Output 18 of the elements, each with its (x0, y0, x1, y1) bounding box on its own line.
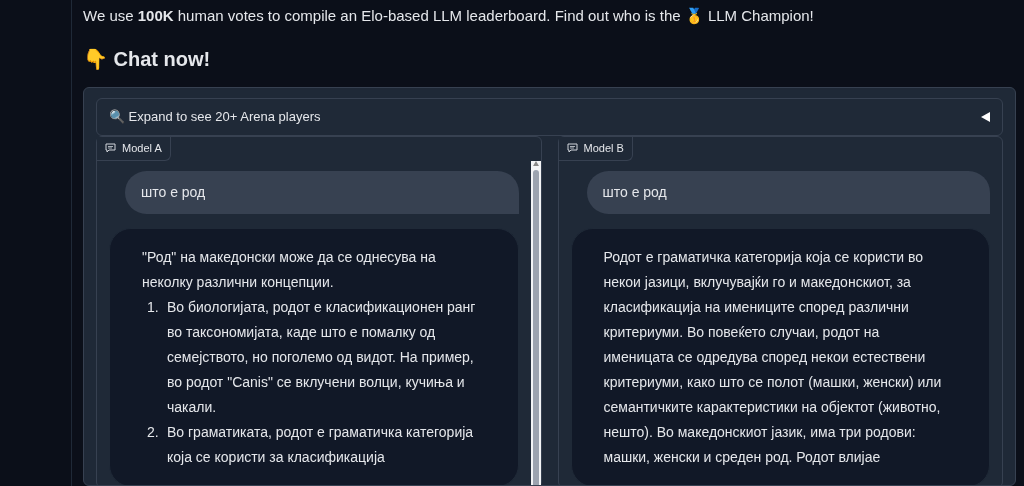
list-item-text: Во граматиката, родот е граматичка категорија која се користи за класификација (167, 422, 475, 467)
section-heading: 👇 Chat now! (83, 46, 212, 72)
model-label: Model A (97, 136, 171, 161)
caret-icon (980, 111, 990, 122)
model-label: Model B (558, 136, 633, 161)
list-number: 1. (147, 297, 160, 317)
user-message: што е род (125, 170, 519, 214)
chat-bubble-icon (566, 143, 578, 153)
user-message: што е род (586, 170, 990, 214)
scroll-up-arrow-icon[interactable] (532, 160, 539, 166)
reply-paragraph: "Род" на македонски може да се однесува на неколку различни концепции. (142, 247, 437, 292)
list-item-text: Во биологијата, родот е класификационен ранг во таксономијата, каде што е помалку од семејството, но поголемо од видот. На пример, во родот "Canis" се вклучени волци, кучиња и чакали. (167, 297, 477, 417)
scrollbar[interactable] (530, 160, 541, 485)
reply-paragraph: Родот е граматичка категорија која се користи во некои јазици, вклучувајќи го и македонскиот, за класификација на имениците според различни критериуми. Во повеќето случаи, родот на именицата се одредува според некои естествени критериуми, како што се полот (машки, женски) или семантичките карактеристики на објектот (животно, нешто). Во македонскиот јазик, има три родови: машки, женски и среден род. Родот влијае (603, 247, 943, 467)
list-number: 2. (147, 422, 160, 442)
arena-players-accordion[interactable]: 🔍 Expand to see 20+ Arena players (96, 97, 1003, 136)
chat-bubble-icon (105, 143, 116, 153)
intro-text: We use 100K human votes to compile an Elo-based LLM leaderboard. Find out who is the 🥇 LLM Champion! (83, 6, 815, 26)
